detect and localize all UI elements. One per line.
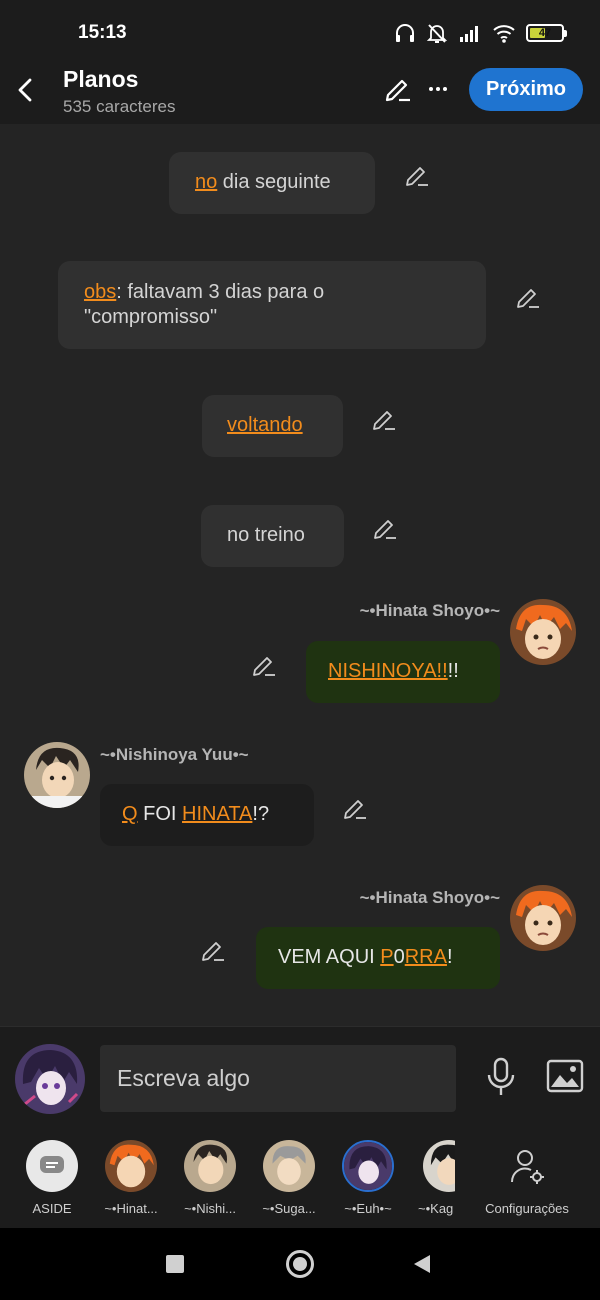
avatar-hinata-image <box>510 599 576 665</box>
recents-button[interactable] <box>166 1255 184 1273</box>
message-input[interactable]: Escreva algo <box>100 1045 456 1112</box>
avatar <box>105 1140 157 1192</box>
message-bubble[interactable]: NISHINOYA!!!! <box>306 641 500 703</box>
system-nav-bar <box>0 1228 600 1300</box>
narration-bubble[interactable]: voltando <box>202 395 343 457</box>
message-bubble[interactable]: VEM AQUI P0RRA! <box>256 927 500 989</box>
author-name: ~•Hinata Shoyo•~ <box>359 601 500 620</box>
avatar <box>263 1140 315 1192</box>
character-label: ~•Nishi... <box>184 1201 236 1216</box>
my-avatar-image <box>15 1044 85 1114</box>
character-aside[interactable]: ASIDE <box>14 1140 90 1216</box>
message-text: ! <box>446 946 453 968</box>
character-label: ~•Kag <box>418 1201 454 1216</box>
message-text: dia seguinte <box>217 171 331 193</box>
message-text: no treino <box>227 524 305 546</box>
pencil-icon[interactable] <box>371 406 397 432</box>
avatar-nishinoya-image <box>24 742 90 808</box>
message-text: VEM AQUI <box>278 946 381 968</box>
wifi-icon <box>493 25 515 43</box>
narration-bubble[interactable]: no treino <box>201 505 344 567</box>
character-euh[interactable]: ~•Euh•~ <box>330 1140 406 1216</box>
character-label: ~•Euh•~ <box>344 1201 392 1216</box>
back-button[interactable] <box>10 72 40 108</box>
more-icon <box>429 87 447 91</box>
character-hinata[interactable]: ~•Hinat... <box>93 1140 169 1216</box>
settings-icon <box>501 1140 553 1192</box>
edit-button[interactable] <box>383 74 413 104</box>
status-time: 15:13 <box>78 22 127 43</box>
pencil-icon <box>385 79 410 102</box>
back-icon <box>18 78 32 102</box>
chat-area[interactable]: no dia seguinte obs: faltavam 3 dias par… <box>0 124 600 1026</box>
avatar-hinata[interactable] <box>510 599 576 665</box>
aside-icon <box>26 1140 78 1192</box>
character-count: 535 caracteres <box>63 97 176 116</box>
message-link[interactable]: P <box>380 946 393 968</box>
status-icons: 47 <box>394 20 567 46</box>
pencil-icon[interactable] <box>251 652 277 678</box>
character-label: ~•Hinat... <box>104 1201 158 1216</box>
pencil-icon[interactable] <box>372 515 398 541</box>
avatar <box>423 1140 455 1192</box>
composer-bar: Escreva algo <box>0 1026 600 1130</box>
avatar <box>342 1140 394 1192</box>
signal-icon <box>460 26 478 42</box>
message-link[interactable]: voltando <box>227 414 303 436</box>
my-avatar[interactable] <box>15 1044 85 1114</box>
character-bar: ASIDE ~•Hinat... ~•Nishi... ~•Suga... ~•… <box>0 1130 600 1228</box>
author-name: ~•Hinata Shoyo•~ <box>359 888 500 907</box>
avatar-hinata-image <box>510 885 576 951</box>
narration-bubble[interactable]: no dia seguinte <box>169 152 375 214</box>
battery-level: 47 <box>538 27 552 39</box>
pencil-icon[interactable] <box>515 284 541 310</box>
message-bubble[interactable]: Q FOI HINATA!? <box>100 784 314 846</box>
message-text: !! <box>447 660 459 682</box>
back-nav-icon[interactable] <box>412 1253 432 1275</box>
character-kageyama[interactable]: ~•Kag <box>409 1140 455 1216</box>
character-label: ASIDE <box>32 1201 72 1216</box>
status-bar: 15:13 47 <box>0 0 600 62</box>
settings-label: Configurações <box>485 1201 569 1216</box>
image-icon[interactable] <box>546 1059 584 1093</box>
battery-icon: 47 <box>526 24 567 42</box>
author-name: ~•Nishinoya Yuu•~ <box>100 745 249 764</box>
pencil-icon[interactable] <box>404 162 430 188</box>
message-link[interactable]: NISHINOYA!! <box>328 660 448 682</box>
character-nishinoya[interactable]: ~•Nishi... <box>172 1140 248 1216</box>
message-link[interactable]: no <box>195 171 217 193</box>
more-options-button[interactable] <box>424 74 452 104</box>
pencil-icon[interactable] <box>200 937 226 963</box>
mic-icon[interactable] <box>484 1057 518 1097</box>
avatar-nishinoya[interactable] <box>24 742 90 808</box>
avatar-hinata[interactable] <box>510 885 576 951</box>
message-link[interactable]: HINATA <box>182 803 252 825</box>
message-text: : faltavam 3 dias para o "compromisso" <box>84 281 325 328</box>
message-text: 0 <box>393 946 405 968</box>
bell-muted-icon <box>426 24 448 43</box>
next-button[interactable]: Próximo <box>469 68 583 111</box>
app-header: Planos 535 caracteres Próximo <box>0 62 600 124</box>
message-text: FOI <box>137 803 183 825</box>
settings-button[interactable]: Configurações <box>478 1140 576 1216</box>
character-suga[interactable]: ~•Suga... <box>251 1140 327 1216</box>
message-text: !? <box>252 803 270 825</box>
narration-bubble[interactable]: obs: faltavam 3 dias para o "compromisso… <box>58 261 486 349</box>
page-title: Planos <box>63 66 139 92</box>
home-button[interactable] <box>286 1250 314 1278</box>
headphones-icon <box>396 24 414 42</box>
message-link[interactable]: Q <box>122 803 138 825</box>
pencil-icon[interactable] <box>342 795 368 821</box>
message-link[interactable]: obs <box>84 281 116 303</box>
character-label: ~•Suga... <box>262 1201 316 1216</box>
message-link[interactable]: RRA <box>405 946 447 968</box>
avatar <box>184 1140 236 1192</box>
